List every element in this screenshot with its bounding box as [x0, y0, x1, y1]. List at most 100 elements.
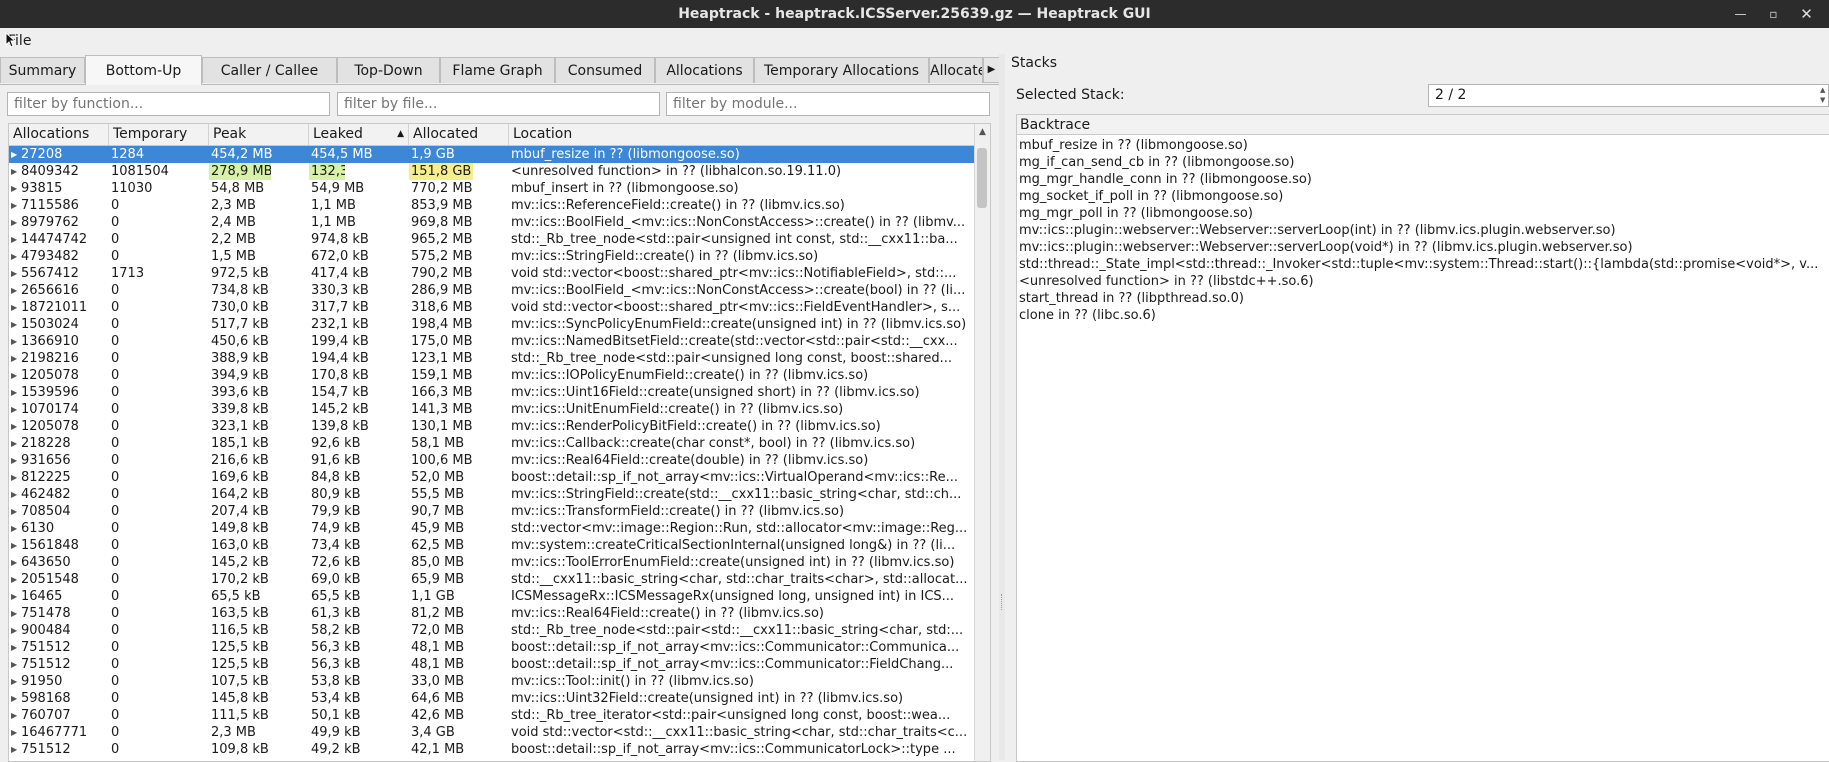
table-row[interactable]: ▶ 751512 0 109,8 kB 49,2 kB 42,1 MB boost::det… — [9, 741, 975, 758]
table-scrollbar[interactable]: ▲ — [974, 124, 990, 761]
tab-consumed[interactable]: Consumed — [555, 57, 655, 83]
table-row[interactable]: ▶ 708504 0 207,4 kB 79,9 kB 90,7 MB mv::ics::T… — [9, 503, 975, 520]
table-row[interactable]: ▶ 812225 0 169,6 kB 84,8 kB 52,0 MB boost::det… — [9, 469, 975, 486]
table-row[interactable]: ▶ 1366910 0 450,6 kB 199,4 kB 175,0 MB mv::ics… — [9, 333, 975, 350]
table-row[interactable]: ▶ 1070174 0 339,8 kB 145,2 kB 141,3 MB mv::ics… — [9, 401, 975, 418]
table-row[interactable]: ▶84093421081504278,9 MB132,3 MB151,8 GB<… — [9, 163, 975, 180]
cell-allocations: 8979762 — [21, 215, 79, 230]
cell-allocated: 175,0 MB — [411, 334, 473, 349]
cell-peak: 216,6 kB — [211, 453, 269, 468]
cell-location: mv::ics::StringField::create(std::__cxx1… — [511, 487, 962, 502]
scrollbar-thumb[interactable] — [977, 148, 987, 208]
backtrace-frame[interactable]: mg_mgr_poll in ?? (libmongoose.so) — [1019, 205, 1827, 222]
tab-summary[interactable]: Summary — [0, 57, 85, 83]
cell-allocated: 853,9 MB — [411, 198, 473, 213]
function-filter-input[interactable] — [7, 92, 330, 116]
cell-location: mv::ics::Tool::init() in ?? (libmv.ics.s… — [511, 674, 754, 689]
tab-scroll-right-icon[interactable]: ▶ — [983, 57, 1000, 83]
cell-peak: 145,8 kB — [211, 691, 269, 706]
table-row[interactable]: ▶ 751478 0 163,5 kB 61,3 kB 81,2 MB mv::ics::R… — [9, 605, 975, 622]
tab-temporary-allocations[interactable]: Temporary Allocations — [754, 57, 929, 83]
minimize-icon[interactable]: — — [1724, 0, 1757, 28]
cell-location: ICSMessageRx::ICSMessageRx(unsigned long… — [511, 589, 955, 604]
table-row[interactable]: ▶ 900484 0 116,5 kB 58,2 kB 72,0 MB std::_Rb_t… — [9, 622, 975, 639]
tab-caller-callee[interactable]: Caller / Callee — [202, 57, 337, 83]
maximize-icon[interactable]: ▫ — [1757, 0, 1790, 28]
table-row[interactable]: ▶ 14474742 0 2,2 MB 974,8 kB 965,2 MB std::_Rb… — [9, 231, 975, 248]
tab-allocated[interactable]: Allocated — [929, 57, 983, 83]
table-row[interactable]: ▶ 4793482 0 1,5 MB 672,0 kB 575,2 MB mv::ics::… — [9, 248, 975, 265]
backtrace-frame[interactable]: std::thread::_State_impl<std::thread::_I… — [1019, 256, 1827, 273]
tab-flame-graph[interactable]: Flame Graph — [440, 57, 555, 83]
scroll-up-icon[interactable]: ▲ — [975, 127, 990, 137]
file-filter-input[interactable] — [337, 92, 660, 116]
spinbox-arrows-icon[interactable]: ▲ ▼ — [1820, 85, 1828, 106]
backtrace-frame[interactable]: mv::ics::plugin::webserver::Webserver::s… — [1019, 222, 1827, 239]
selected-stack-spinbox[interactable]: 2 / 2 ▲ ▼ — [1428, 84, 1829, 107]
cell-temporary: 1081504 — [111, 164, 169, 179]
column-header-peak[interactable]: Peak — [209, 124, 309, 145]
table-row[interactable]: ▶ 6130 0 149,8 kB 74,9 kB 45,9 MB std::vector<… — [9, 520, 975, 537]
table-row[interactable]: ▶ 93815 11030 54,8 MB 54,9 MB 770,2 MB mbuf_in… — [9, 180, 975, 197]
backtrace-frame[interactable]: mv::ics::plugin::webserver::Webserver::s… — [1019, 239, 1827, 256]
column-header-leaked-label: Leaked — [313, 126, 363, 142]
cell-allocated: 123,1 MB — [411, 351, 473, 366]
column-header-temporary[interactable]: Temporary — [109, 124, 209, 145]
table-row[interactable]: ▶ 1205078 0 394,9 kB 170,8 kB 159,1 MB mv::ics… — [9, 367, 975, 384]
table-row[interactable]: ▶ 16465 0 65,5 kB 65,5 kB 1,1 GB ICSMessageRx:… — [9, 588, 975, 605]
selected-stack-label: Selected Stack: — [1016, 87, 1125, 103]
backtrace-frame[interactable]: mg_if_can_send_cb in ?? (libmongoose.so) — [1019, 154, 1827, 171]
table-row[interactable]: ▶ 931656 0 216,6 kB 91,6 kB 100,6 MB mv::ics::… — [9, 452, 975, 469]
column-header-location[interactable]: Location — [509, 124, 975, 145]
backtrace-header: Backtrace — [1017, 115, 1829, 135]
backtrace-frame[interactable]: start_thread in ?? (libpthread.so.0) — [1019, 290, 1827, 307]
backtrace-frame[interactable]: mg_socket_if_poll in ?? (libmongoose.so) — [1019, 188, 1827, 205]
cell-temporary: 0 — [111, 521, 120, 536]
table-row[interactable]: ▶ 218228 0 185,1 kB 92,6 kB 58,1 MB mv::ics::C… — [9, 435, 975, 452]
backtrace-frame[interactable]: mbuf_resize in ?? (libmongoose.so) — [1019, 137, 1827, 154]
table-row[interactable]: ▶ 1205078 0 323,1 kB 139,8 kB 130,1 MB mv::ics… — [9, 418, 975, 435]
table-row[interactable]: ▶ 5567412 1713 972,5 kB 417,4 kB 790,2 MB void… — [9, 265, 975, 282]
cell-leaked: 73,4 kB — [311, 538, 361, 553]
cell-peak: 278,9 MB — [209, 163, 271, 180]
cell-temporary: 0 — [111, 402, 120, 417]
table-row[interactable]: ▶ 2051548 0 170,2 kB 69,0 kB 65,9 MB std::__cx… — [9, 571, 975, 588]
table-row[interactable]: ▶ 462482 0 164,2 kB 80,9 kB 55,5 MB mv::ics::S… — [9, 486, 975, 503]
table-row[interactable]: ▶ 8979762 0 2,4 MB 1,1 MB 969,8 MB mv::ics::Bo… — [9, 214, 975, 231]
cell-allocations: 18721011 — [21, 300, 88, 315]
module-filter-input[interactable] — [666, 92, 990, 116]
window-title: Heaptrack - heaptrack.ICSServer.25639.gz… — [678, 6, 1151, 22]
backtrace-frame[interactable]: clone in ?? (libc.so.6) — [1019, 307, 1827, 324]
table-row[interactable]: ▶ 598168 0 145,8 kB 53,4 kB 64,6 MB mv::ics::U… — [9, 690, 975, 707]
table-row[interactable]: ▶ 1561848 0 163,0 kB 73,4 kB 62,5 MB mv::syste… — [9, 537, 975, 554]
table-row[interactable]: ▶ 1539596 0 393,6 kB 154,7 kB 166,3 MB mv::ics… — [9, 384, 975, 401]
cell-leaked: 53,4 kB — [311, 691, 361, 706]
table-row[interactable]: ▶ 643650 0 145,2 kB 72,6 kB 85,0 MB mv::ics::T… — [9, 554, 975, 571]
table-row[interactable]: ▶ 27208 1284 454,2 MB 454,5 MB 1,9 GB mbuf_res… — [9, 146, 975, 163]
panel-splitter[interactable] — [999, 54, 1005, 760]
close-icon[interactable]: ✕ — [1790, 0, 1823, 28]
table-row[interactable]: ▶ 751512 0 125,5 kB 56,3 kB 48,1 MB boost::det… — [9, 639, 975, 656]
table-row[interactable]: ▶ 18721011 0 730,0 kB 317,7 kB 318,6 MB void s… — [9, 299, 975, 316]
cell-leaked: 417,4 kB — [311, 266, 369, 281]
table-row[interactable]: ▶ 2656616 0 734,8 kB 330,3 kB 286,9 MB mv::ics… — [9, 282, 975, 299]
backtrace-frame[interactable]: mg_mgr_handle_conn in ?? (libmongoose.so… — [1019, 171, 1827, 188]
cell-allocations: 8409342 — [21, 164, 79, 179]
table-row[interactable]: ▶ 91950 0 107,5 kB 53,8 kB 33,0 MB mv::ics::To… — [9, 673, 975, 690]
tab-allocations[interactable]: Allocations — [655, 57, 754, 83]
column-header-allocated[interactable]: Allocated — [409, 124, 509, 145]
cell-allocated: 72,0 MB — [411, 623, 465, 638]
table-row[interactable]: ▶ 760707 0 111,5 kB 50,1 kB 42,6 MB std::_Rb_t… — [9, 707, 975, 724]
table-row[interactable]: ▶ 1503024 0 517,7 kB 232,1 kB 198,4 MB mv::ics… — [9, 316, 975, 333]
cell-allocated: 790,2 MB — [411, 266, 473, 281]
tab-bottom-up[interactable]: Bottom-Up — [85, 55, 202, 85]
column-header-leaked[interactable]: Leaked ▲ — [309, 124, 409, 145]
backtrace-frame[interactable]: <unresolved function> in ?? (libstdc++.s… — [1019, 273, 1827, 290]
cell-peak: 972,5 kB — [211, 266, 269, 281]
table-row[interactable]: ▶ 2198216 0 388,9 kB 194,4 kB 123,1 MB std::_R… — [9, 350, 975, 367]
table-row[interactable]: ▶ 751512 0 125,5 kB 56,3 kB 48,1 MB boost::det… — [9, 656, 975, 673]
tab-top-down[interactable]: Top-Down — [337, 57, 440, 83]
table-row[interactable]: ▶ 16467771 0 2,3 MB 49,9 kB 3,4 GB void std::v… — [9, 724, 975, 741]
table-row[interactable]: ▶ 7115586 0 2,3 MB 1,1 MB 853,9 MB mv::ics::Re… — [9, 197, 975, 214]
column-header-allocations[interactable]: Allocations — [9, 124, 109, 145]
